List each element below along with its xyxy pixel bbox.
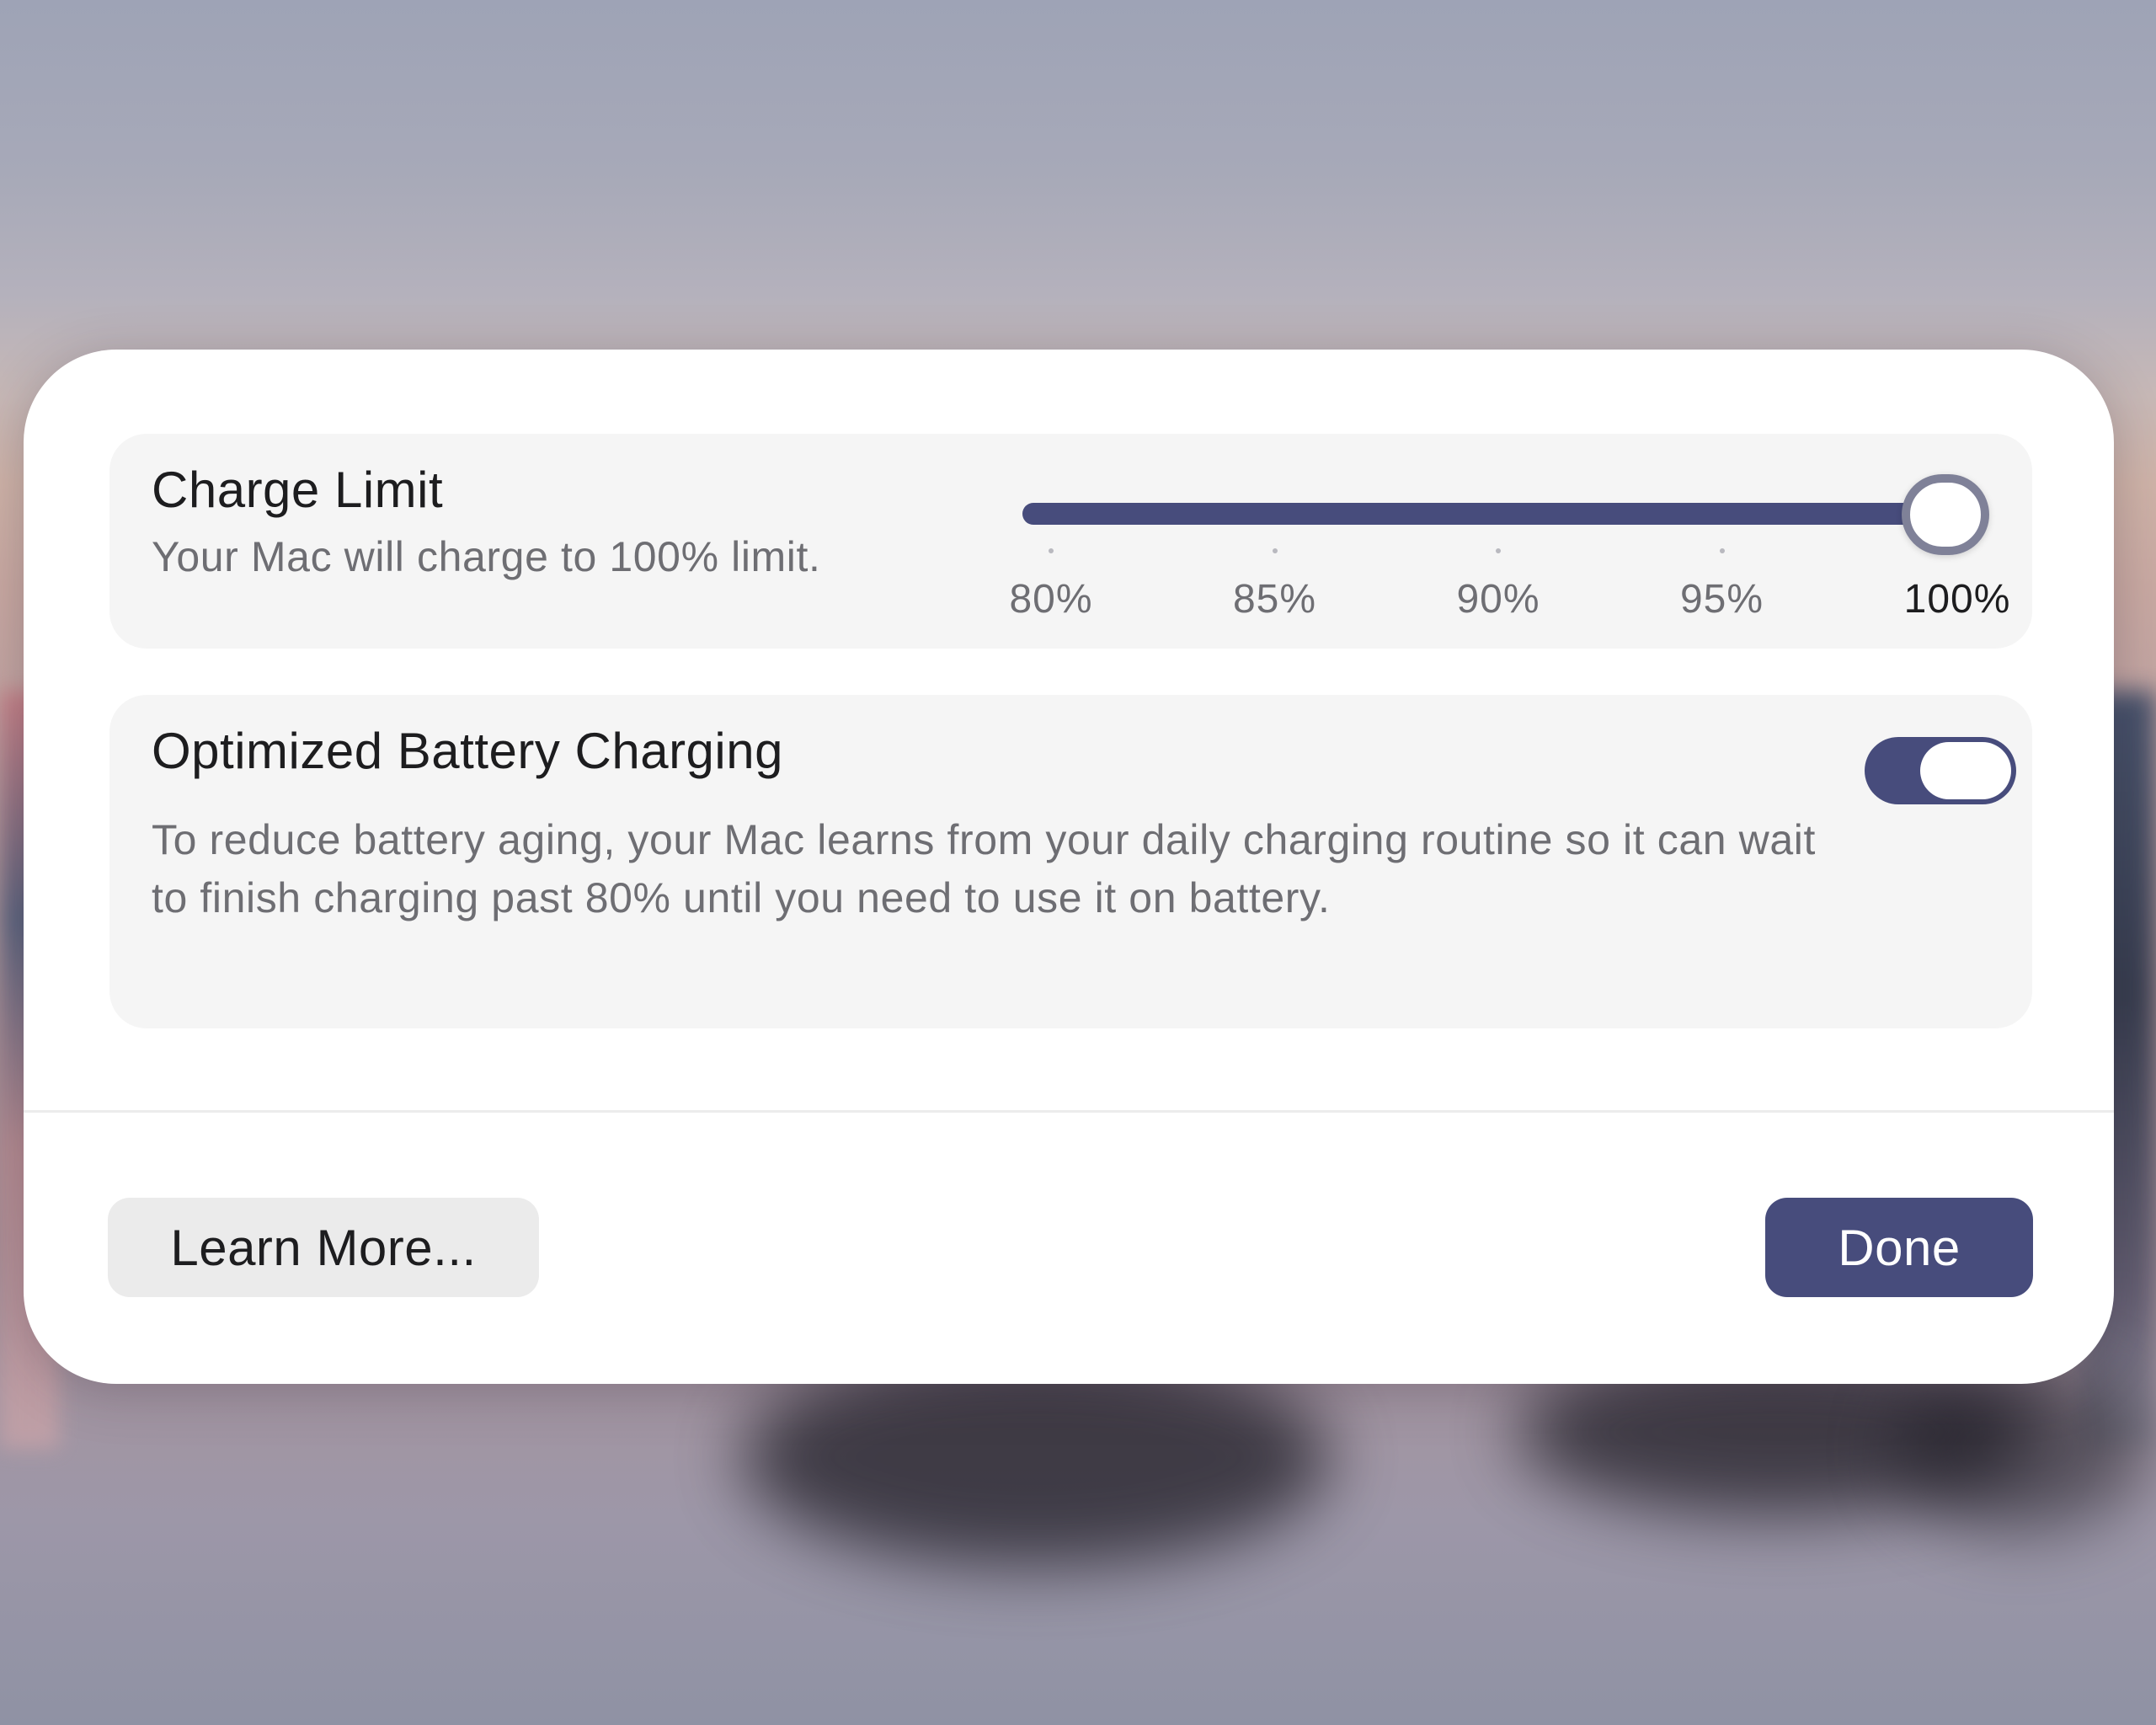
slider-knob[interactable] xyxy=(1902,474,1989,555)
toggle-thumb xyxy=(1920,742,2011,799)
learn-more-button[interactable]: Learn More... xyxy=(108,1198,539,1297)
background-shadow-shape xyxy=(1895,1365,2148,1533)
slider-tick-mark xyxy=(1719,548,1725,553)
optimized-charging-title: Optimized Battery Charging xyxy=(152,723,783,779)
battery-charging-dialog: Charge Limit Your Mac will charge to 100… xyxy=(24,350,2114,1384)
charge-limit-title: Charge Limit xyxy=(152,462,444,518)
charge-limit-card: Charge Limit Your Mac will charge to 100… xyxy=(109,434,2032,649)
slider-tick-label: 95% xyxy=(1679,577,1764,622)
slider-tick-mark xyxy=(1496,548,1501,553)
optimized-charging-description: To reduce battery aging, your Mac learns… xyxy=(152,816,1816,921)
slider-track[interactable] xyxy=(1022,503,1981,525)
optimized-charging-card: Optimized Battery Charging To reduce bat… xyxy=(109,695,2032,1028)
slider-tick-label: 100% xyxy=(1903,577,2011,622)
done-button[interactable]: Done xyxy=(1765,1198,2033,1297)
slider-tick-label: 85% xyxy=(1232,577,1317,622)
slider-tick-mark xyxy=(1272,548,1278,553)
optimized-charging-toggle[interactable] xyxy=(1865,737,2016,804)
slider-tick-label: 90% xyxy=(1456,577,1540,622)
slider-tick-label: 80% xyxy=(1009,577,1093,622)
slider-fill xyxy=(1022,503,1945,525)
footer-divider xyxy=(24,1110,2114,1113)
charge-limit-slider[interactable]: 80% 85% 90% 95% 100% xyxy=(1009,457,2033,626)
charge-limit-subtitle: Your Mac will charge to 100% limit. xyxy=(152,533,821,580)
slider-tick-mark xyxy=(1049,548,1054,553)
